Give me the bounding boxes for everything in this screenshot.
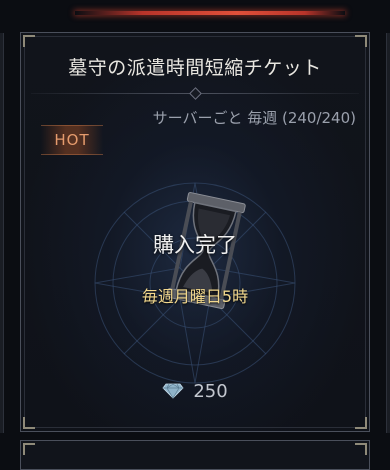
title-divider: [31, 87, 359, 100]
next-shop-item-card[interactable]: [20, 440, 370, 470]
hot-badge: HOT: [41, 125, 103, 155]
item-title: 墓守の派遣時間短縮チケット: [68, 57, 322, 79]
corner-ornament: [355, 417, 367, 429]
purchase-limit-text: サーバーごと 毎週 (240/240): [152, 109, 356, 127]
left-neighbor-card-edge: [0, 33, 4, 433]
corner-ornament: [355, 35, 367, 47]
divider-gem-icon: [189, 87, 202, 100]
corner-ornament: [23, 35, 35, 47]
top-highlight-bar: [75, 11, 345, 15]
corner-ornament: [23, 443, 35, 455]
diamond-icon: [162, 383, 184, 399]
right-neighbor-card-edge: [386, 33, 390, 433]
price-amount: 250: [193, 380, 228, 402]
reset-schedule-text: 毎週月曜日5時: [141, 287, 249, 306]
shop-item-card[interactable]: 墓守の派遣時間短縮チケット サーバーごと 毎週 (240/240) HOT 購入…: [20, 32, 370, 432]
price-row: 250: [21, 379, 369, 403]
corner-ornament: [355, 443, 367, 455]
purchase-complete-status: 購入完了: [153, 233, 237, 257]
corner-ornament: [23, 417, 35, 429]
